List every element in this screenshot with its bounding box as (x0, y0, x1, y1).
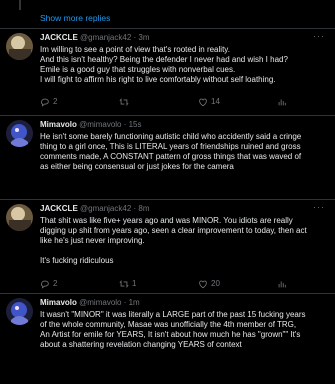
tweet-text-line: It's fucking ridiculous (40, 256, 114, 265)
views-button[interactable] (277, 96, 287, 108)
tweet-text: He isn't some barely functioning autisti… (40, 132, 330, 172)
author-name[interactable]: JACKCLE (40, 204, 78, 213)
like-button[interactable]: 14 (198, 96, 220, 108)
tweet-text: It wasn't "MINOR" it was literally a LAR… (40, 310, 330, 350)
reply-count: 2 (53, 97, 58, 106)
tweet-header: JACKCLE @gmanjack42 · 3m (40, 33, 150, 43)
author-name[interactable]: JACKCLE (40, 33, 78, 42)
tweet-text-line: about a shattering revelation changing Y… (40, 340, 242, 349)
reply-icon (41, 98, 49, 107)
tweet-jackcle-2[interactable]: JACKCLE @gmanjack42 · 8m ··· That shit w… (0, 200, 335, 292)
tweet-text-line: like he's just never improving. (40, 236, 145, 245)
tweet-text-line: thing to a girl once, This is LITERAL ye… (40, 142, 301, 151)
reply-button[interactable]: 2 (40, 278, 57, 290)
show-more-replies-link[interactable]: Show more replies (40, 13, 110, 23)
author-handle-time: @gmanjack42 · 3m (80, 33, 150, 42)
author-name[interactable]: Mimavolo (40, 120, 77, 129)
thread-connector (19, 0, 21, 10)
avatar[interactable] (6, 120, 33, 147)
tweet-text-line: And this isn't healthy? Being the defend… (40, 55, 288, 64)
reply-button[interactable]: 2 (40, 96, 57, 108)
action-bar: 2 1 20 (40, 278, 325, 290)
reply-count: 2 (53, 279, 58, 288)
tweet-text-line: of the whole community, Masae was unoffi… (40, 320, 297, 329)
tweet-text-line: Emile is a good guy that struggles with … (40, 65, 236, 74)
reply-icon (41, 280, 49, 289)
retweet-icon (119, 280, 129, 288)
author-name[interactable]: Mimavolo (40, 298, 77, 307)
tweet-text-line: as either being consensual or just jokes… (40, 162, 234, 171)
views-icon (278, 99, 286, 106)
author-handle-time: @mimavolo · 1m (79, 298, 140, 307)
like-icon (199, 280, 207, 289)
avatar[interactable] (6, 33, 33, 60)
retweet-button[interactable]: 1 (119, 278, 136, 290)
like-count: 14 (211, 97, 220, 106)
tweet-text-line: An Artist for emile for YEARS, It isn't … (40, 330, 301, 339)
more-options-icon[interactable]: ··· (313, 31, 325, 41)
tweet-text: Im willing to see a point of view that's… (40, 45, 330, 85)
tweet-text-line: It wasn't "MINOR" it was literally a LAR… (40, 310, 306, 319)
tweet-text-line: That shit was like five+ years ago and w… (40, 216, 293, 225)
tweet-text-line: He isn't some barely functioning autisti… (40, 132, 302, 141)
like-icon (199, 98, 207, 107)
tweet-header: Mimavolo @mimavolo · 15s (40, 120, 142, 130)
avatar[interactable] (6, 298, 33, 325)
tweet-header: JACKCLE @gmanjack42 · 8m (40, 204, 150, 214)
like-button[interactable]: 20 (198, 278, 220, 290)
tweet-mimavolo-1[interactable]: Mimavolo @mimavolo · 15s He isn't some b… (0, 116, 335, 198)
tweet-text-line: I will fight to affirm his right to live… (40, 75, 276, 84)
more-options-icon[interactable]: ··· (313, 202, 325, 212)
retweet-icon (119, 98, 129, 106)
tweet-text-line: Im willing to see a point of view that's… (40, 45, 230, 54)
tweet-jackcle-1[interactable]: JACKCLE @gmanjack42 · 3m ··· Im willing … (0, 29, 335, 114)
views-button[interactable] (277, 278, 287, 290)
tweet-text-line (40, 246, 330, 256)
action-bar: 2 14 (40, 96, 325, 108)
author-handle-time: @mimavolo · 15s (79, 120, 142, 129)
avatar[interactable] (6, 204, 33, 231)
views-icon (278, 281, 286, 288)
tweet-text: That shit was like five+ years ago and w… (40, 216, 330, 266)
tweet-text-line: comments made, A CONSTANT pattern of gro… (40, 152, 302, 161)
like-count: 20 (211, 279, 220, 288)
author-handle-time: @gmanjack42 · 8m (80, 204, 150, 213)
retweet-count: 1 (132, 279, 137, 288)
tweet-mimavolo-2[interactable]: Mimavolo @mimavolo · 1m It wasn't "MINOR… (0, 294, 335, 384)
tweet-text-line: digging up shit from years ago, seen a c… (40, 226, 307, 235)
tweet-header: Mimavolo @mimavolo · 1m (40, 298, 140, 308)
retweet-button[interactable] (119, 96, 132, 108)
